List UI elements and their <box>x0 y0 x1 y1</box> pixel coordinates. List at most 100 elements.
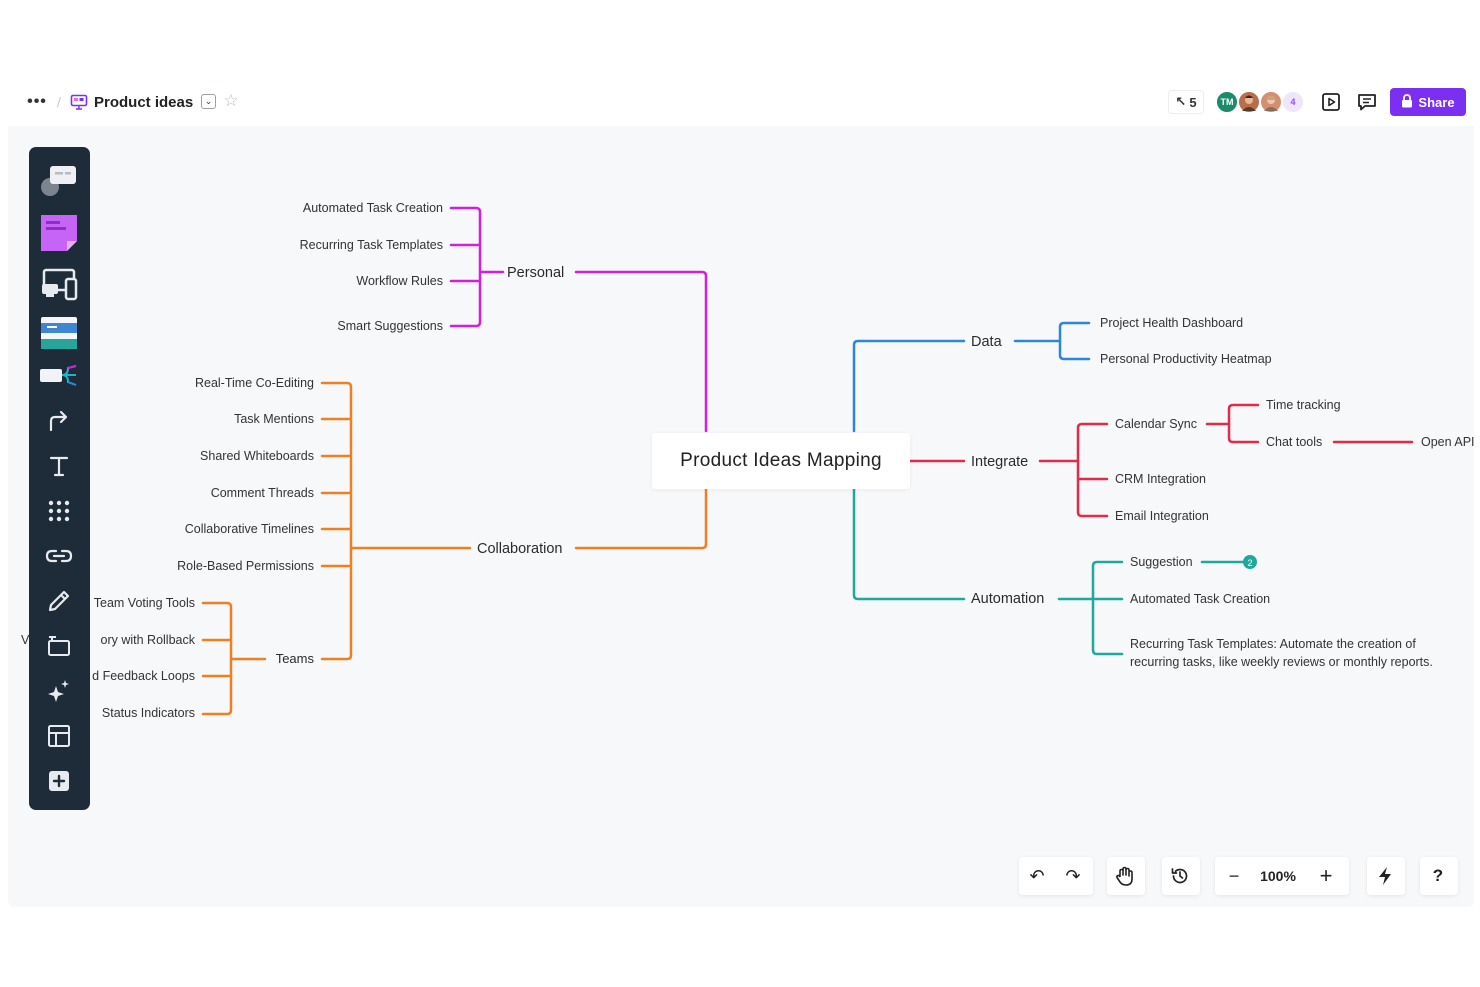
comments-icon[interactable] <box>1356 91 1378 113</box>
integrate-bracket <box>1038 422 1109 518</box>
grid-icon <box>48 500 70 522</box>
personal-bracket <box>449 206 505 328</box>
avatar[interactable] <box>1259 90 1283 114</box>
more-collaborators-badge[interactable]: 4 <box>1281 90 1305 114</box>
node-auto-task[interactable]: Automated Task Creation <box>1130 592 1270 606</box>
hand-icon <box>1116 866 1133 886</box>
node-teams[interactable]: Teams <box>276 651 315 666</box>
hand-tool-button[interactable] <box>1107 857 1143 895</box>
suggestion-badge-count: 2 <box>1247 558 1252 568</box>
node-teams-4[interactable]: Status Indicators <box>102 706 195 720</box>
avatar[interactable] <box>1237 90 1261 114</box>
share-button[interactable]: Share <box>1390 88 1466 116</box>
branch-personal[interactable]: Personal <box>507 265 564 281</box>
data-bracket <box>1013 321 1091 361</box>
node-collab-6[interactable]: Role-Based Permissions <box>177 559 314 573</box>
star-icon[interactable]: ☆ <box>221 91 241 111</box>
board-title[interactable]: Product ideas <box>94 92 193 112</box>
help-control: ? <box>1420 857 1458 895</box>
link-tool[interactable] <box>38 540 80 572</box>
zoom-level[interactable]: 100% <box>1253 868 1303 884</box>
node-teams-2[interactable]: ory with Rollback <box>101 633 196 647</box>
node-teams-3[interactable]: d Feedback Loops <box>92 669 195 683</box>
node-recurring-line2[interactable]: recurring tasks, like weekly reviews or … <box>1130 655 1433 669</box>
quick-actions-button[interactable] <box>1367 857 1403 895</box>
node-personal-2[interactable]: Recurring Task Templates <box>300 238 443 252</box>
collaboration-connector <box>574 487 708 550</box>
pen-icon <box>48 590 70 612</box>
lightning-icon <box>1379 867 1391 885</box>
teams-bracket <box>201 601 267 716</box>
frame-tool[interactable] <box>38 630 80 662</box>
node-personal-3[interactable]: Workflow Rules <box>356 274 443 288</box>
cursor-icon: ↖ <box>1175 94 1187 109</box>
more-menu-button[interactable]: ••• <box>24 92 50 112</box>
devices-tool[interactable] <box>38 265 80 305</box>
automation-bracket <box>1057 560 1124 656</box>
sticky-stack-tool[interactable] <box>38 161 80 201</box>
left-toolbar <box>29 147 90 810</box>
node-collab-5[interactable]: Collaborative Timelines <box>185 522 314 536</box>
node-open-api[interactable]: Open API <box>1421 435 1474 449</box>
history-controls: ↶ ↷ <box>1019 857 1093 895</box>
connector-tool[interactable] <box>38 405 80 437</box>
grid-tool[interactable] <box>38 495 80 527</box>
node-crm[interactable]: CRM Integration <box>1115 472 1206 486</box>
node-collab-3[interactable]: Shared Whiteboards <box>200 449 314 463</box>
node-collab-1[interactable]: Real-Time Co-Editing <box>195 376 314 390</box>
zoom-in-button[interactable]: + <box>1303 857 1349 895</box>
quick-actions-control <box>1367 857 1405 895</box>
node-data-2[interactable]: Personal Productivity Heatmap <box>1100 352 1272 366</box>
node-teams-1[interactable]: Team Voting Tools <box>94 596 195 610</box>
branch-collaboration[interactable]: Collaboration <box>477 541 562 557</box>
add-tool[interactable] <box>38 765 80 797</box>
branch-integrate[interactable]: Integrate <box>971 454 1028 470</box>
plus-square-icon <box>49 771 69 791</box>
zoom-controls: − 100% + <box>1215 857 1349 895</box>
mindmap-icon <box>40 365 77 386</box>
center-node[interactable]: Product Ideas Mapping <box>652 433 910 489</box>
help-button[interactable]: ? <box>1420 857 1456 895</box>
layout-icon <box>48 725 70 747</box>
history-panel-control <box>1162 857 1200 895</box>
calendar-bracket <box>1205 403 1260 444</box>
share-label: Share <box>1418 94 1455 110</box>
node-data-1[interactable]: Project Health Dashboard <box>1100 316 1243 330</box>
mindmap-tool[interactable] <box>38 359 80 393</box>
zoom-out-button[interactable]: − <box>1215 857 1253 895</box>
template-tool[interactable] <box>38 313 80 353</box>
breadcrumb-separator: / <box>57 94 61 110</box>
undo-button[interactable]: ↶ <box>1019 857 1055 895</box>
node-personal-1[interactable]: Automated Task Creation <box>303 201 443 215</box>
node-chat-tools[interactable]: Chat tools <box>1266 435 1322 449</box>
branch-data[interactable]: Data <box>971 334 1003 350</box>
avatar[interactable]: TM <box>1215 90 1239 114</box>
lock-icon <box>1401 93 1413 111</box>
node-suggestion[interactable]: Suggestion <box>1130 555 1193 569</box>
sticky-note-icon <box>41 215 77 251</box>
node-collab-4[interactable]: Comment Threads <box>211 486 314 500</box>
node-recurring-line1[interactable]: Recurring Task Templates: Automate the c… <box>1130 637 1416 651</box>
ai-tool[interactable] <box>38 675 80 707</box>
link-icon <box>45 549 73 563</box>
version-history-button[interactable] <box>1162 857 1198 895</box>
redo-button[interactable]: ↷ <box>1055 857 1091 895</box>
pen-tool[interactable] <box>38 585 80 617</box>
collaboration-bracket <box>320 381 472 661</box>
node-email[interactable]: Email Integration <box>1115 509 1209 523</box>
cursors-button[interactable]: ↖ 5 <box>1168 90 1204 114</box>
text-tool[interactable] <box>38 450 80 482</box>
hand-control <box>1107 857 1145 895</box>
chevron-down-icon[interactable]: ⌄ <box>201 94 216 109</box>
node-personal-4[interactable]: Smart Suggestions <box>337 319 443 333</box>
node-time-tracking[interactable]: Time tracking <box>1266 398 1341 412</box>
branch-automation[interactable]: Automation <box>971 591 1044 607</box>
node-collab-2[interactable]: Task Mentions <box>234 412 314 426</box>
template-icon <box>41 317 77 349</box>
text-icon <box>49 456 69 477</box>
sticky-note-tool[interactable] <box>38 211 80 255</box>
node-calendar-sync[interactable]: Calendar Sync <box>1115 417 1197 431</box>
present-icon[interactable] <box>1320 91 1342 113</box>
layout-tool[interactable] <box>38 720 80 752</box>
frame-icon <box>48 636 70 656</box>
